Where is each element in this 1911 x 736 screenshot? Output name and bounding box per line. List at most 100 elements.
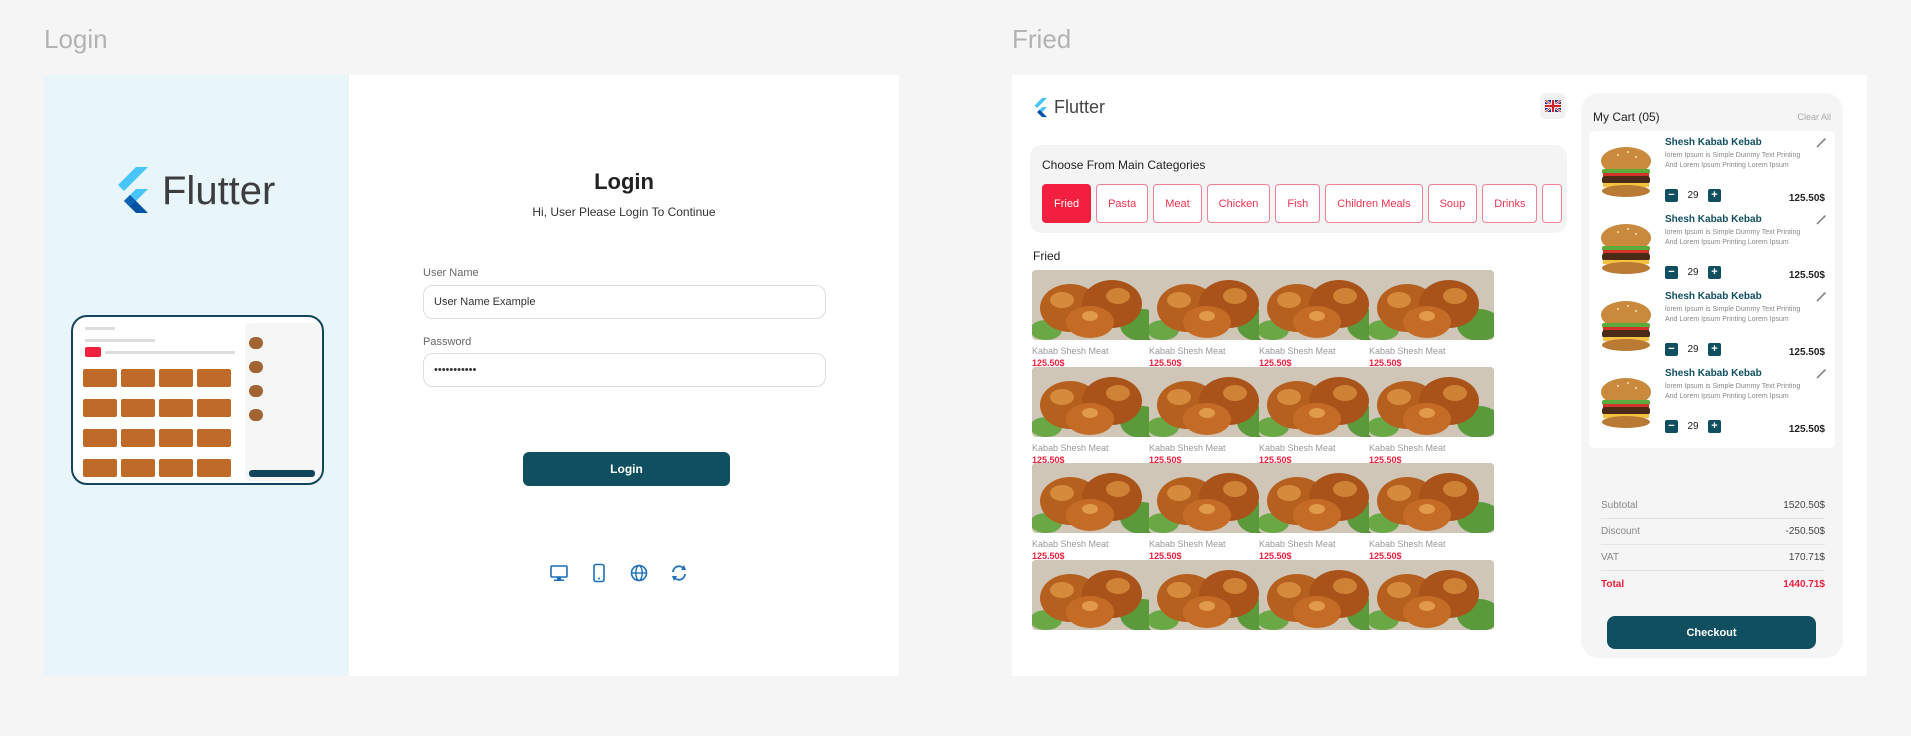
decrease-quantity-button[interactable]: − bbox=[1665, 189, 1678, 202]
increase-quantity-button[interactable]: + bbox=[1708, 266, 1721, 279]
food-grid: Kabab Shesh Meat 125.50$ Kabab Shesh Meat 1… bbox=[1032, 270, 1570, 670]
food-card[interactable]: Kabab Shesh Meat 125.50$ bbox=[1369, 463, 1494, 561]
cart-item-description: lorem Ipsum is Simple Dummy Text Printin… bbox=[1665, 383, 1801, 400]
quantity-stepper: −29 + bbox=[1665, 189, 1721, 202]
web-icon[interactable] bbox=[629, 563, 649, 583]
login-form-panel: Login Hi, User Please Login To Continue … bbox=[349, 75, 899, 676]
food-name: Kabab Shesh Meat bbox=[1032, 539, 1109, 549]
cart-item-description: lorem Ipsum is Simple Dummy Text Printin… bbox=[1665, 152, 1801, 169]
section-title: Fried bbox=[1033, 249, 1061, 263]
cart-item-title: Shesh Kabab Kebab bbox=[1665, 368, 1762, 379]
food-card[interactable]: Kabab Shesh Meat 125.50$ bbox=[1259, 463, 1384, 561]
desktop-icon[interactable] bbox=[549, 563, 569, 583]
food-card[interactable] bbox=[1259, 560, 1384, 636]
flutter-logo-text: Flutter bbox=[162, 168, 276, 213]
username-field[interactable] bbox=[423, 285, 826, 319]
categories-title: Choose From Main Categories bbox=[1042, 158, 1206, 172]
discount-label: Discount bbox=[1601, 526, 1640, 537]
food-name: Kabab Shesh Meat bbox=[1259, 443, 1336, 453]
category-tab-soup[interactable]: Soup bbox=[1427, 184, 1478, 223]
vat-label: VAT bbox=[1601, 552, 1619, 563]
cart-list: Shesh Kabab Kebab lorem Ipsum is Simple D… bbox=[1589, 131, 1835, 471]
food-name: Kabab Shesh Meat bbox=[1259, 346, 1336, 356]
food-card[interactable]: Kabab Shesh Meat 125.50$ bbox=[1032, 367, 1157, 465]
total-row: Total 1440.71$ bbox=[1601, 571, 1825, 597]
food-image bbox=[1259, 463, 1384, 533]
quantity-value: 29 bbox=[1687, 421, 1699, 432]
subtotal-value: 1520.50$ bbox=[1783, 500, 1825, 511]
food-card[interactable]: Kabab Shesh Meat 125.50$ bbox=[1032, 463, 1157, 561]
mobile-icon[interactable] bbox=[589, 563, 609, 583]
food-name: Kabab Shesh Meat bbox=[1369, 346, 1446, 356]
total-value: 1440.71$ bbox=[1783, 578, 1825, 590]
cart-item: Shesh Kabab Kebab lorem Ipsum is Simple D… bbox=[1589, 285, 1835, 371]
category-tab-fried[interactable]: Fried bbox=[1042, 184, 1092, 223]
fried-frame-label: Fried bbox=[1012, 24, 1072, 54]
login-subtitle: Hi, User Please Login To Continue bbox=[532, 205, 716, 219]
quantity-stepper: −29 + bbox=[1665, 343, 1721, 356]
login-button[interactable]: Login bbox=[523, 452, 730, 486]
food-card[interactable]: Kabab Shesh Meat 125.50$ bbox=[1149, 270, 1274, 368]
increase-quantity-button[interactable]: + bbox=[1708, 420, 1721, 433]
food-image bbox=[1032, 463, 1157, 533]
edit-icon[interactable] bbox=[1815, 290, 1827, 302]
login-brand-panel: Flutter bbox=[44, 75, 349, 676]
decrease-quantity-button[interactable]: − bbox=[1665, 343, 1678, 356]
sync-icon[interactable] bbox=[669, 563, 689, 583]
flutter-logo: Flutter bbox=[1032, 97, 1105, 118]
quantity-stepper: −29 + bbox=[1665, 266, 1721, 279]
category-tabs: Fried Pasta Meat Chicken Fish Children M… bbox=[1042, 184, 1563, 223]
burger-image bbox=[1596, 372, 1656, 432]
food-card[interactable] bbox=[1369, 560, 1494, 636]
food-card[interactable] bbox=[1032, 560, 1157, 636]
decrease-quantity-button[interactable]: − bbox=[1665, 266, 1678, 279]
food-image bbox=[1032, 367, 1157, 437]
food-image bbox=[1369, 560, 1494, 630]
category-tab-pasta[interactable]: Pasta bbox=[1096, 184, 1149, 223]
login-screen: Flutter Login Hi, User Please Login To C… bbox=[44, 75, 899, 676]
edit-icon[interactable] bbox=[1815, 213, 1827, 225]
burger-image bbox=[1596, 141, 1656, 201]
food-card[interactable] bbox=[1149, 560, 1274, 636]
category-tab-fish[interactable]: Fish bbox=[1275, 184, 1321, 223]
category-tab-children-meals[interactable]: Children Meals bbox=[1325, 184, 1423, 223]
vat-value: 170.71$ bbox=[1788, 552, 1825, 563]
password-field[interactable] bbox=[423, 353, 826, 387]
food-name: Kabab Shesh Meat bbox=[1149, 346, 1226, 356]
food-name: Kabab Shesh Meat bbox=[1369, 539, 1446, 549]
discount-row: Discount -250.50$ bbox=[1601, 519, 1825, 545]
quantity-value: 29 bbox=[1687, 344, 1699, 355]
flutter-logo: Flutter bbox=[112, 167, 275, 215]
quantity-stepper: −29 + bbox=[1665, 420, 1721, 433]
login-frame-label: Login bbox=[44, 24, 108, 54]
cart-item-title: Shesh Kabab Kebab bbox=[1665, 214, 1762, 225]
increase-quantity-button[interactable]: + bbox=[1708, 189, 1721, 202]
cart-item-title: Shesh Kabab Kebab bbox=[1665, 291, 1762, 302]
food-card[interactable]: Kabab Shesh Meat 125.50$ bbox=[1369, 270, 1494, 368]
burger-image bbox=[1596, 295, 1656, 355]
category-tab-meat[interactable]: Meat bbox=[1153, 184, 1202, 223]
clear-all-button[interactable]: Clear All bbox=[1797, 112, 1831, 122]
food-card[interactable]: Kabab Shesh Meat 125.50$ bbox=[1032, 270, 1157, 368]
increase-quantity-button[interactable]: + bbox=[1708, 343, 1721, 356]
language-button[interactable] bbox=[1540, 93, 1566, 119]
category-tab-more[interactable] bbox=[1542, 184, 1563, 223]
food-image bbox=[1149, 367, 1274, 437]
decrease-quantity-button[interactable]: − bbox=[1665, 420, 1678, 433]
cart-item-price: 125.50$ bbox=[1788, 270, 1825, 281]
cart-item-price: 125.50$ bbox=[1788, 424, 1825, 435]
category-tab-drinks[interactable]: Drinks bbox=[1482, 184, 1538, 223]
edit-icon[interactable] bbox=[1815, 367, 1827, 379]
food-card[interactable]: Kabab Shesh Meat 125.50$ bbox=[1149, 367, 1274, 465]
edit-icon[interactable] bbox=[1815, 136, 1827, 148]
food-card[interactable]: Kabab Shesh Meat 125.50$ bbox=[1259, 270, 1384, 368]
cart-title: My Cart (05) bbox=[1593, 110, 1660, 124]
cart-item: Shesh Kabab Kebab lorem Ipsum is Simple D… bbox=[1589, 208, 1835, 294]
food-card[interactable]: Kabab Shesh Meat 125.50$ bbox=[1149, 463, 1274, 561]
food-card[interactable]: Kabab Shesh Meat 125.50$ bbox=[1369, 367, 1494, 465]
food-image bbox=[1259, 270, 1384, 340]
main-categories: Choose From Main Categories Fried Pasta … bbox=[1030, 145, 1567, 233]
food-card[interactable]: Kabab Shesh Meat 125.50$ bbox=[1259, 367, 1384, 465]
checkout-button[interactable]: Checkout bbox=[1607, 616, 1816, 649]
category-tab-chicken[interactable]: Chicken bbox=[1206, 184, 1271, 223]
